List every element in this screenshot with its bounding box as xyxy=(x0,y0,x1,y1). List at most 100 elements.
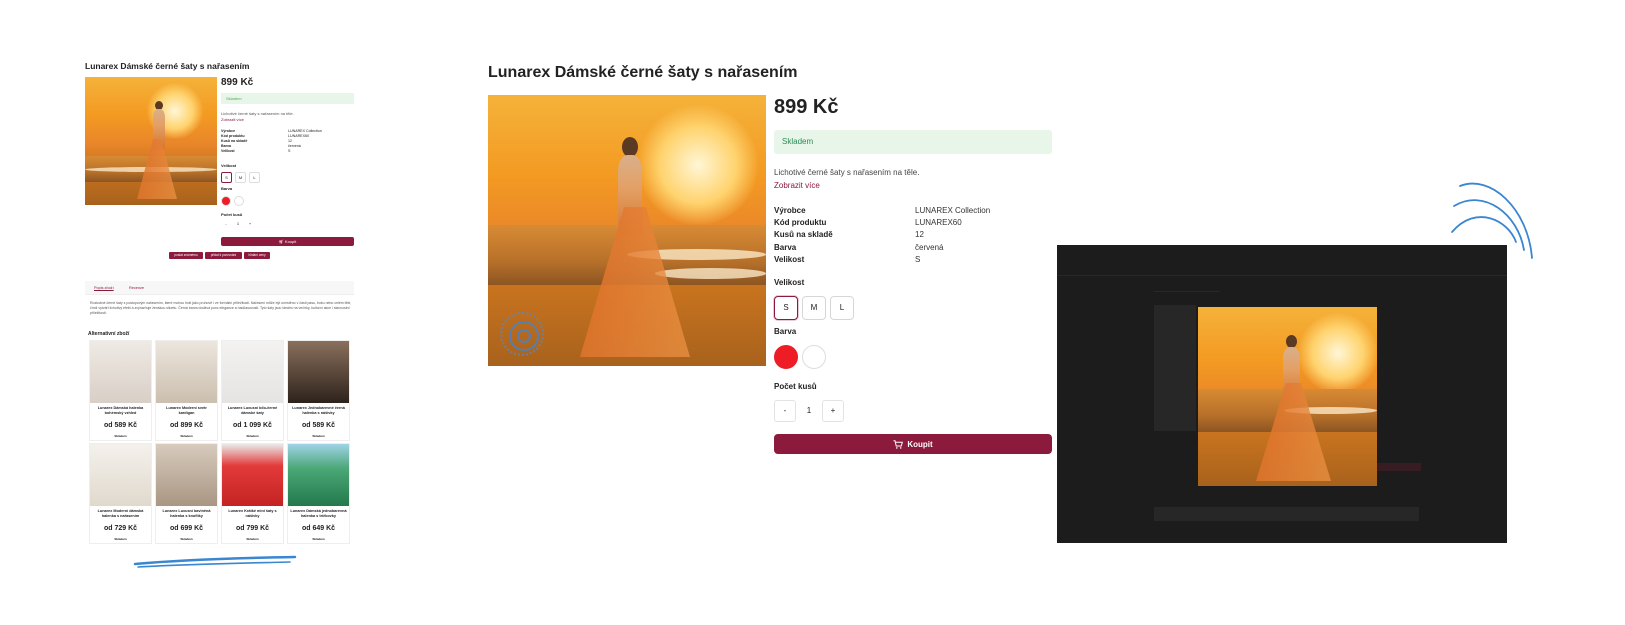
product-card-image xyxy=(90,341,151,403)
product-card[interactable]: Lunarex Krátké mini šaty s nášivky od 79… xyxy=(221,443,284,544)
product-card-stock: Skladem xyxy=(312,537,325,541)
product-card-price: od 589 Kč xyxy=(103,422,138,429)
spec-row-code: Kód produktu LUNAREX60 xyxy=(774,216,1052,228)
mini-qty-value[interactable]: 1 xyxy=(233,221,243,226)
mini-compare-button[interactable]: přidat k porovnání xyxy=(205,252,242,259)
product-card-name: Lunarex Luxusní bílo-černé dámské šaty xyxy=(227,406,278,415)
product-card-stock: Skladem xyxy=(246,434,259,438)
spec-value: 12 xyxy=(915,230,924,240)
mini-buy-button[interactable]: 🛒︎ Koupit xyxy=(221,237,354,246)
product-card[interactable]: Lunarex Dámská halenka bohémský vzhled o… xyxy=(89,340,152,441)
mini-show-more-link[interactable]: Zobrazit více xyxy=(221,117,244,122)
mini-page-title: Lunarex Dámské černé šaty s nařasením xyxy=(85,61,250,71)
quantity-plus-button[interactable]: + xyxy=(822,400,844,422)
mini-color-red[interactable] xyxy=(221,196,231,206)
mini-size-l[interactable]: L xyxy=(249,172,260,183)
swoosh-annotation xyxy=(1451,182,1533,259)
quantity-input[interactable]: 1 xyxy=(796,400,822,422)
product-card[interactable]: Lunarex Moderní svetr kardigan od 899 Kč… xyxy=(155,340,218,441)
target-icon xyxy=(500,312,544,356)
product-card-name: Lunarex Dámská jednobarevná halenka s tr… xyxy=(290,509,347,518)
product-card-name: Lunarex Moderní svetr kardigan xyxy=(166,406,207,415)
spec-value: LUNAREX60 xyxy=(915,218,962,228)
mini-price-watch-button[interactable]: hlídání ceny xyxy=(244,252,270,259)
spec-row-color: Barva červená xyxy=(774,241,1052,253)
mini-product-page: Lunarex Dámské černé šaty s nařasením 89… xyxy=(84,55,358,575)
spec-value: LUNAREX Collection xyxy=(915,205,991,215)
mini-spec-table: Výrobce LUNAREX Collection Kód produktu LU… xyxy=(221,129,354,154)
color-label: Barva xyxy=(774,327,797,336)
mini-spec-label: Velikost xyxy=(221,149,235,153)
quantity-minus-button[interactable]: - xyxy=(774,400,796,422)
product-card[interactable]: Lunarex Luxusní bavlněná halenka s knofl… xyxy=(155,443,218,544)
mini-color-label: Barva xyxy=(221,186,233,191)
product-price: 899 Kč xyxy=(774,96,839,118)
product-card-image xyxy=(90,444,151,506)
product-card-stock: Skladem xyxy=(246,537,259,541)
product-card-image xyxy=(156,444,217,506)
product-card-stock: Skladem xyxy=(180,537,193,541)
product-description: Lichotivé černé šaty s nařasením na těle… xyxy=(774,168,920,177)
mini-tab-description[interactable]: Popis zboží xyxy=(94,286,114,290)
mini-tab-reviews[interactable]: Recenze xyxy=(129,286,144,290)
mini-buy-label: Koupit xyxy=(284,239,297,244)
underline-annotation xyxy=(133,555,297,568)
color-swatch-white[interactable] xyxy=(802,345,826,369)
size-option-m[interactable]: M xyxy=(802,296,826,320)
spec-table: Výrobce LUNAREX Collection Kód produktu LU… xyxy=(774,204,1052,266)
product-card[interactable]: Lunarex Moderní dámská halenka s nařasen… xyxy=(89,443,152,544)
spec-label: Barva xyxy=(774,242,797,252)
lightbox-image[interactable] xyxy=(1198,307,1377,486)
product-card-name: Lunarex Dámská halenka bohémský vzhled xyxy=(97,406,144,415)
page-title: Lunarex Dámské černé šaty s nařasením xyxy=(488,64,798,81)
mini-size-m[interactable]: M xyxy=(235,172,246,183)
product-card-name: Lunarex Moderní dámská halenka s nařasen… xyxy=(97,509,144,518)
product-card-stock: Skladem xyxy=(114,434,127,438)
mini-price: 899 Kč xyxy=(221,77,254,88)
mini-spec-row: Velikost S xyxy=(221,149,354,154)
product-card-price: od 729 Kč xyxy=(103,525,138,532)
mini-stock-badge: Skladem xyxy=(221,93,354,104)
mini-tabs: Popis zboží Recenze xyxy=(85,281,354,295)
product-card-image xyxy=(222,444,283,506)
cart-icon xyxy=(893,439,904,449)
product-card-image xyxy=(222,341,283,403)
mini-description-paragraph: Rozkošné černé šaty s postupovým nařasen… xyxy=(90,301,352,315)
product-card[interactable]: Lunarex Dámská jednobarevná halenka s tr… xyxy=(287,443,350,544)
mini-spec-value: S xyxy=(288,149,291,153)
stock-badge: Skladem xyxy=(774,130,1052,154)
spec-label: Výrobce xyxy=(774,205,806,215)
mini-send-friend-button[interactable]: poslat známému xyxy=(169,252,203,259)
size-label: Velikost xyxy=(774,278,805,287)
product-card-stock: Skladem xyxy=(312,434,325,438)
product-card-stock: Skladem xyxy=(180,434,193,438)
product-card-name: Lunarex Krátké mini šaty s nášivky xyxy=(228,509,277,518)
product-card[interactable]: Lunarex Jednobarevné černá halenka s náš… xyxy=(287,340,350,441)
size-option-s[interactable]: S xyxy=(774,296,798,320)
product-card[interactable]: Lunarex Luxusní bílo-černé dámské šaty o… xyxy=(221,340,284,441)
spec-value: červená xyxy=(915,242,944,252)
buy-button[interactable]: Koupit xyxy=(774,434,1052,454)
spec-value: S xyxy=(915,255,921,265)
product-card-stock: Skladem xyxy=(114,537,127,541)
mini-description: Lichotivé černé šaty s nařasením na těle… xyxy=(221,111,294,116)
product-card-image xyxy=(288,341,349,403)
spec-row-size: Velikost S xyxy=(774,254,1052,266)
mini-qty-minus[interactable]: - xyxy=(221,221,231,226)
mini-color-white[interactable] xyxy=(234,196,244,206)
product-card-price: od 1 099 Kč xyxy=(233,422,272,429)
spec-label: Velikost xyxy=(774,255,805,265)
spec-label: Kód produktu xyxy=(774,218,827,228)
mini-size-label: Velikost xyxy=(221,163,237,168)
product-card-price: od 649 Kč xyxy=(301,525,336,532)
show-more-link[interactable]: Zobrazit více xyxy=(774,181,820,190)
quantity-label: Počet kusů xyxy=(774,382,817,391)
mini-qty-plus[interactable]: + xyxy=(245,221,255,226)
size-option-l[interactable]: L xyxy=(830,296,854,320)
product-card-price: od 899 Kč xyxy=(169,422,204,429)
product-card-name: Lunarex Luxusní bavlněná halenka s knofl… xyxy=(162,509,211,518)
product-card-price: od 589 Kč xyxy=(301,422,336,429)
color-swatch-red[interactable] xyxy=(774,345,798,369)
mini-product-image[interactable] xyxy=(85,77,217,205)
mini-size-s[interactable]: S xyxy=(221,172,232,183)
